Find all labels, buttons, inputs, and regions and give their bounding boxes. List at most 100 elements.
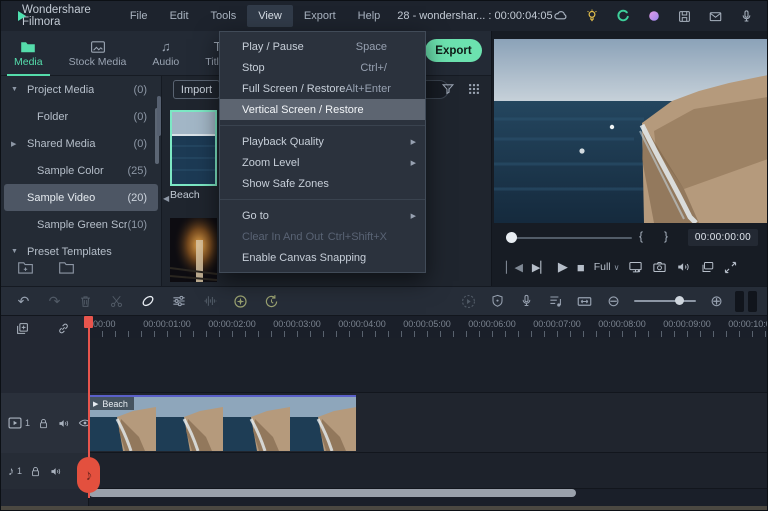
new-folder-icon[interactable]	[17, 260, 34, 282]
timeline-toolbar: ↶ ↷ ⊖ ⊕	[1, 286, 767, 316]
timeline-zoom-slider[interactable]	[634, 296, 696, 305]
adjust-sliders-icon[interactable]	[170, 293, 187, 310]
sidebar-item-sample-green-screen[interactable]: Sample Green Scre... (10)	[1, 211, 161, 238]
import-button[interactable]: Import	[173, 80, 220, 99]
split-scissors-icon[interactable]	[108, 293, 125, 310]
preview-seekbar[interactable]	[514, 237, 632, 239]
menu-view[interactable]: View	[247, 5, 293, 27]
menu-zoom-level[interactable]: Zoom Level ▶	[220, 152, 425, 173]
menu-full-screen-restore[interactable]: Full Screen / Restore Alt+Enter	[220, 78, 425, 99]
seekbar-handle[interactable]	[506, 232, 517, 243]
audio-track-lane[interactable]	[89, 453, 767, 489]
tab-audio[interactable]: ♫ Audio	[139, 31, 192, 76]
fit-timeline-icon[interactable]	[576, 293, 593, 310]
mute-track-icon[interactable]	[57, 417, 71, 430]
menu-separator	[220, 199, 425, 200]
menu-vertical-screen-restore[interactable]: Vertical Screen / Restore	[220, 99, 425, 120]
menu-enable-canvas-snapping[interactable]: Enable Canvas Snapping	[220, 247, 425, 268]
expander-icon[interactable]: ▼	[11, 248, 18, 255]
menu-file[interactable]: File	[119, 5, 159, 27]
previous-frame-button[interactable]: ▏◀	[506, 261, 523, 274]
sidebar-item-project-media[interactable]: ▼ Project Media (0)	[1, 76, 161, 103]
mute-track-icon[interactable]	[49, 465, 63, 478]
sidebar-item-sample-video[interactable]: Sample Video (20)	[4, 184, 158, 211]
cloud-icon[interactable]	[553, 8, 569, 24]
menu-export[interactable]: Export	[293, 5, 347, 27]
snapshot-camera-icon[interactable]	[652, 260, 667, 274]
feedback-mail-icon[interactable]	[708, 8, 724, 24]
zoom-slider-handle[interactable]	[675, 296, 684, 305]
expander-icon[interactable]: ▼	[11, 86, 18, 93]
quality-dropdown[interactable]: Full ∨	[594, 261, 620, 273]
stop-button[interactable]: ■	[577, 260, 585, 275]
link-clips-icon[interactable]	[56, 321, 71, 336]
media-scrollbar[interactable]	[157, 96, 161, 136]
lock-icon[interactable]	[29, 465, 42, 478]
playhead-handle[interactable]	[84, 316, 93, 328]
mark-in-button[interactable]: {	[639, 229, 643, 243]
crop-clip-icon[interactable]	[139, 293, 156, 310]
chevron-down-icon: ∨	[613, 262, 620, 272]
play-button[interactable]: ▶	[558, 259, 568, 275]
mute-speaker-icon[interactable]	[676, 260, 691, 274]
motion-tracking-icon[interactable]	[232, 293, 249, 310]
record-voiceover-icon[interactable]	[518, 293, 535, 310]
delete-folder-icon[interactable]	[58, 260, 75, 282]
menu-playback-quality[interactable]: Playback Quality ▶	[220, 131, 425, 152]
save-icon[interactable]	[677, 8, 693, 24]
timeline-horizontal-scrollbar[interactable]	[89, 489, 576, 497]
menu-tools[interactable]: Tools	[200, 5, 248, 27]
timeline-ruler[interactable]: 00:00 00:00:01:00 00:00:02:00 00:00:03:0…	[89, 316, 767, 338]
menu-go-to[interactable]: Go to ▶	[220, 205, 425, 226]
lightbulb-icon[interactable]	[584, 8, 600, 24]
voiceover-mic-icon[interactable]	[739, 8, 755, 24]
lock-icon[interactable]	[37, 417, 50, 430]
screen-record-icon[interactable]	[615, 8, 631, 24]
tab-stock-media[interactable]: Stock Media	[56, 31, 140, 76]
sidebar-item-folder[interactable]: Folder (0)	[1, 103, 161, 130]
menu-help[interactable]: Help	[347, 5, 392, 27]
audio-mixer-icon[interactable]	[201, 293, 218, 310]
grid-view-icon[interactable]	[467, 82, 481, 96]
next-frame-button[interactable]: ▶▏	[532, 261, 549, 274]
copy-to-icon[interactable]	[700, 260, 715, 274]
filter-icon[interactable]	[441, 82, 455, 96]
mask-shield-icon[interactable]	[489, 293, 506, 310]
sidebar-item-sample-color[interactable]: Sample Color (25)	[1, 157, 161, 184]
delete-icon[interactable]	[77, 293, 94, 310]
audio-track-number: 1	[17, 466, 23, 476]
preview-video	[494, 39, 767, 223]
expander-icon[interactable]: ▶	[11, 140, 16, 148]
zoom-in-icon[interactable]: ⊕	[708, 293, 725, 310]
redo-icon[interactable]: ↷	[46, 293, 63, 310]
menu-show-safe-zones[interactable]: Show Safe Zones	[220, 173, 425, 194]
window-bottom-edge	[1, 506, 767, 510]
collapse-panel-icon[interactable]: ◀	[163, 194, 169, 203]
speed-ramping-icon[interactable]	[263, 293, 280, 310]
media-item-2[interactable]	[170, 218, 217, 282]
zoom-out-icon[interactable]: ⊖	[605, 293, 622, 310]
undo-icon[interactable]: ↶	[15, 293, 32, 310]
account-icon[interactable]	[646, 8, 662, 24]
menu-edit[interactable]: Edit	[159, 5, 200, 27]
video-track-number: 1	[25, 418, 31, 428]
media-item-beach[interactable]: Beach	[170, 110, 217, 201]
main-area: Media Stock Media ♫ Audio T Titles ▼ Pro…	[1, 31, 767, 286]
menu-stop[interactable]: Stop Ctrl+/	[220, 57, 425, 78]
mark-out-button[interactable]: }	[664, 229, 668, 243]
ruler-label: 00:00:09:00	[663, 319, 711, 329]
playhead-marker-badge[interactable]: ♪	[77, 457, 100, 493]
export-button[interactable]: Export	[425, 39, 482, 62]
timeline-empty-lane[interactable]	[89, 338, 767, 393]
panel-layout-bars[interactable]	[735, 291, 757, 312]
render-preview-icon[interactable]	[460, 293, 477, 310]
audio-stretch-icon[interactable]	[547, 293, 564, 310]
media-item-label: Beach	[170, 189, 200, 201]
menu-play-pause[interactable]: Play / Pause Space	[220, 36, 425, 57]
manage-tracks-icon[interactable]	[15, 321, 30, 336]
timeline-clip-beach[interactable]: ▶ Beach	[89, 395, 356, 451]
tab-media[interactable]: Media	[1, 31, 56, 76]
sidebar-item-shared-media[interactable]: ▶ Shared Media (0)	[1, 130, 161, 157]
fullscreen-icon[interactable]	[724, 261, 737, 274]
display-device-icon[interactable]	[628, 260, 643, 274]
